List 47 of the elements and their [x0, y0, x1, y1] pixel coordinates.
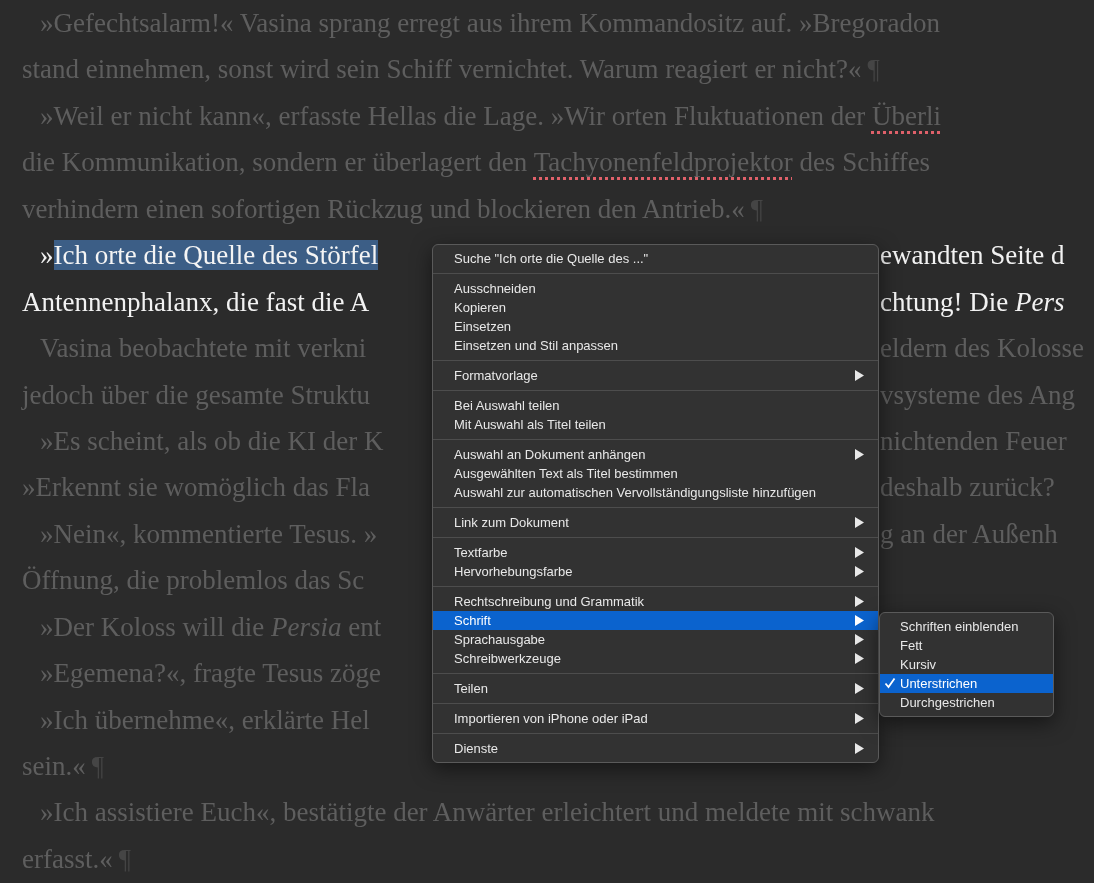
menu-item[interactable]: Fett — [880, 636, 1053, 655]
submenu-arrow-icon — [855, 683, 864, 694]
menu-item[interactable]: Suche "Ich orte die Quelle des ..." — [433, 249, 878, 268]
submenu-arrow-icon — [855, 653, 864, 664]
submenu-arrow-icon — [855, 634, 864, 645]
pilcrow-mark: ¶ — [118, 843, 131, 874]
menu-item[interactable]: Ausgewählten Text als Titel bestimmen — [433, 464, 878, 483]
menu-item[interactable]: Kopieren — [433, 298, 878, 317]
submenu-arrow-icon — [855, 615, 864, 626]
menu-item[interactable]: Dienste — [433, 739, 878, 758]
menu-item[interactable]: Teilen — [433, 679, 878, 698]
menu-item[interactable]: Auswahl an Dokument anhängen — [433, 445, 878, 464]
menu-item[interactable]: Auswahl zur automatischen Vervollständigungsliste hinzufügen — [433, 483, 878, 502]
menu-item[interactable]: Schrift — [433, 611, 878, 630]
menu-item[interactable]: Importieren von iPhone oder iPad — [433, 709, 878, 728]
menu-item[interactable]: Schreibwerkzeuge — [433, 649, 878, 668]
submenu-arrow-icon — [855, 370, 864, 381]
text-run: Antennenphalanx, die fast die A — [22, 286, 370, 317]
submenu-arrow-icon — [855, 449, 864, 460]
menu-item[interactable]: Sprachausgabe — [433, 630, 878, 649]
menu-item[interactable]: Formatvorlage — [433, 366, 878, 385]
submenu-arrow-icon — [855, 547, 864, 558]
menu-item[interactable]: Durchgestrichen — [880, 693, 1053, 712]
menu-item[interactable]: Ausschneiden — [433, 279, 878, 298]
menu-item[interactable]: Unterstrichen — [880, 674, 1053, 693]
menu-item[interactable]: Kursiv — [880, 655, 1053, 674]
submenu-arrow-icon — [855, 566, 864, 577]
submenu-arrow-icon — [855, 596, 864, 607]
menu-item[interactable]: Rechtschreibung und Grammatik — [433, 592, 878, 611]
menu-item[interactable]: Bei Auswahl teilen — [433, 396, 878, 415]
menu-item[interactable]: Schriften einblenden — [880, 617, 1053, 636]
submenu-arrow-icon — [855, 743, 864, 754]
text-run: ewandten Seite d — [880, 240, 1065, 271]
pilcrow-mark: ¶ — [91, 751, 104, 781]
menu-item[interactable]: Einsetzen — [433, 317, 878, 336]
menu-item[interactable]: Link zum Dokument — [433, 513, 878, 532]
pilcrow-mark: ¶ — [867, 54, 880, 85]
submenu-arrow-icon — [855, 713, 864, 724]
pilcrow-mark: ¶ — [750, 193, 764, 224]
menu-item[interactable]: Mit Auswahl als Titel teilen — [433, 415, 878, 434]
text-run: » — [40, 240, 54, 271]
menu-item[interactable]: Textfarbe — [433, 543, 878, 562]
selected-text: Ich orte die Quelle des Störfel — [53, 240, 379, 271]
menu-item[interactable]: Hervorhebungsfarbe — [433, 562, 878, 581]
menu-item[interactable]: Einsetzen und Stil anpassen — [433, 336, 878, 355]
submenu-arrow-icon — [855, 517, 864, 528]
text-run: chtung! Die Pers — [880, 286, 1065, 317]
